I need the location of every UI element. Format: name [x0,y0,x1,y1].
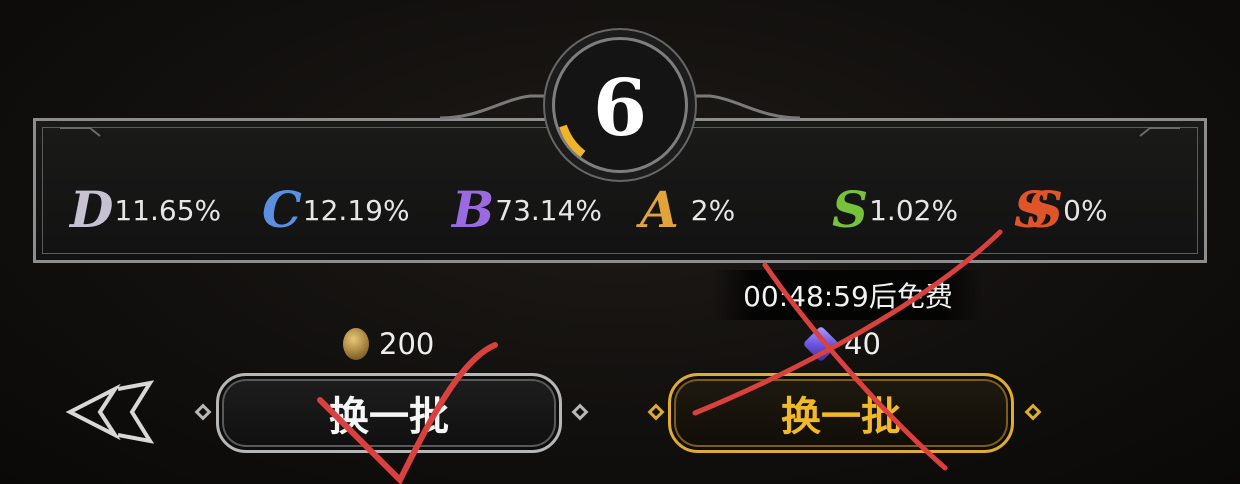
grade-d-icon: D [70,180,114,239]
gem-icon [802,325,840,363]
grade-c-icon: C [262,180,302,239]
level-number: 6 [592,63,648,154]
rate-s: S 1.02% [832,180,958,240]
coin-icon [343,328,369,360]
rate-ss: SS 0% [1014,180,1108,240]
left-cost-value: 200 [379,327,435,361]
free-refresh-timer: 00:48:59后免费 [713,270,983,320]
back-icon[interactable] [60,375,160,450]
rate-c-value: 12.19% [302,193,410,227]
rate-b-value: 73.14% [495,193,603,227]
rate-ss-value: 0% [1063,193,1108,227]
rate-c: C 12.19% [262,180,410,240]
grade-a-icon: A [640,180,679,239]
rate-b: B 73.14% [452,180,602,240]
rate-a: A 2% [640,180,735,240]
refresh-gem-button[interactable]: 换一批 [668,373,1014,453]
refresh-coin-button-label: 换一批 [329,394,449,440]
rate-s-value: 1.02% [869,193,959,227]
rate-a-value: 2% [690,193,736,227]
left-cost: 200 [343,327,434,361]
rate-d: D 11.65% [70,180,221,240]
level-medallion: 6 [555,40,685,170]
grade-ss-icon: SS [1014,180,1063,239]
grade-b-icon: B [452,180,495,239]
refresh-gem-button-label: 换一批 [781,394,901,440]
refresh-coin-button[interactable]: 换一批 [216,373,562,453]
right-cost-value: 40 [844,327,881,361]
grade-s-icon: S [832,180,869,239]
grade-rates: D 11.65% C 12.19% B 73.14% A 2% S 1.02% … [0,180,1240,240]
right-cost: 40 [802,325,881,363]
rate-d-value: 11.65% [114,193,222,227]
